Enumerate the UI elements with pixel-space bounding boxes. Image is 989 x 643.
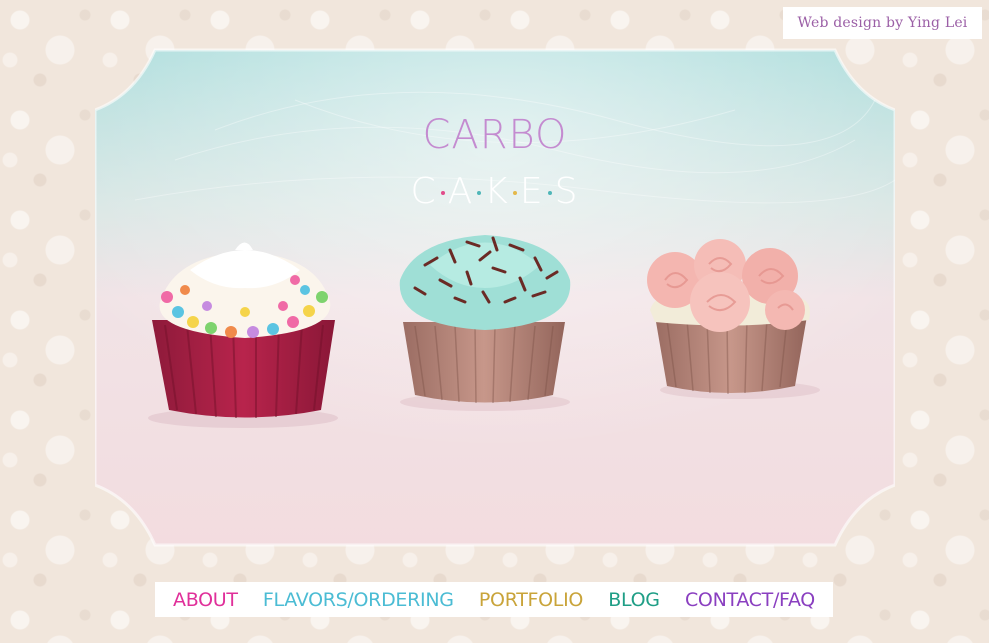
cupcake-pink-roses: [647, 239, 810, 395]
brand-dot: [440, 191, 445, 195]
nav-blog[interactable]: BLOG: [608, 589, 660, 611]
brand-letter: E: [519, 171, 545, 212]
designer-credit-text: Web design by Ying Lei: [797, 15, 968, 31]
brand-name-cakes: CAKES: [95, 170, 895, 214]
brand-dot: [477, 191, 482, 195]
brand-letter: C: [410, 171, 438, 212]
brand-dot: [547, 191, 552, 195]
brand-letter: K: [484, 171, 510, 212]
brand-dot: [512, 191, 517, 195]
brand-logo[interactable]: CARBO CAKES: [95, 110, 895, 214]
nav-portfolio[interactable]: PORTFOLIO: [479, 589, 583, 611]
brand-letter: S: [554, 171, 580, 212]
nav-flavors-ordering[interactable]: FLAVORS/ORDERING: [263, 589, 454, 611]
main-navigation: ABOUT FLAVORS/ORDERING PORTFOLIO BLOG CO…: [155, 582, 833, 617]
brand-letter: A: [447, 171, 475, 212]
brand-name-carbo: CARBO: [422, 112, 568, 158]
nav-contact-faq[interactable]: CONTACT/FAQ: [685, 589, 815, 611]
nav-about[interactable]: ABOUT: [173, 589, 238, 611]
designer-credit[interactable]: Web design by Ying Lei: [783, 7, 982, 39]
